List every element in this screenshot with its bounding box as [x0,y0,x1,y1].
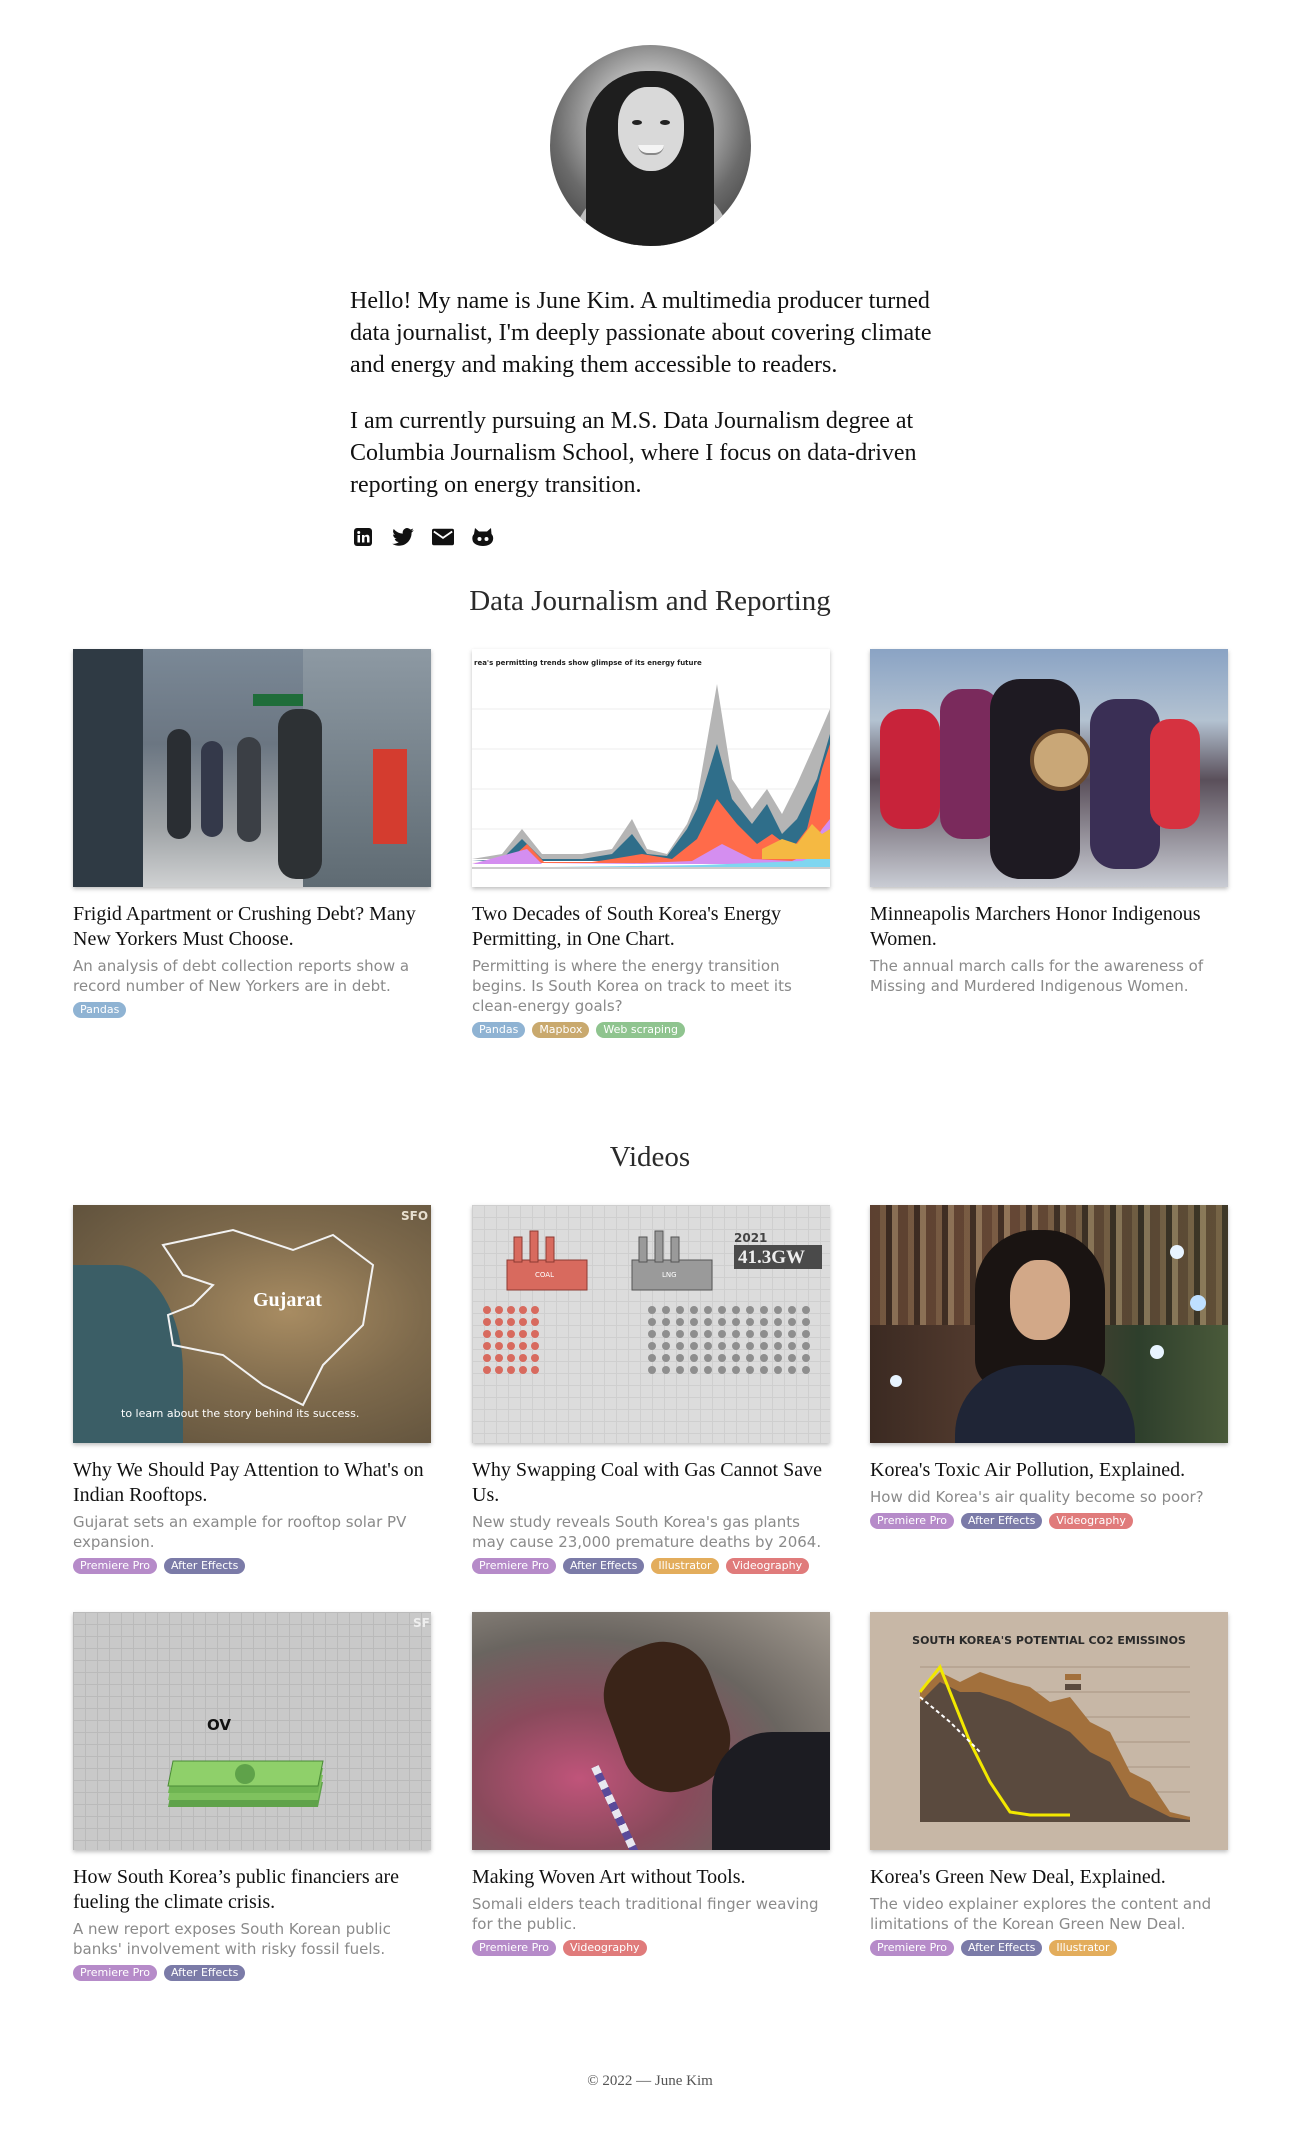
tag-badge: Premiere Pro [73,1558,158,1574]
tag-badge: After Effects [961,1940,1043,1956]
tag-badge: Mapbox [532,1022,590,1038]
video-card[interactable]: COAL LNG 2021 41.3GW Why Swapping Coal w… [472,1205,830,1574]
thumbnail-label: Gujarat [253,1289,322,1311]
tag-badge: After Effects [164,1558,246,1574]
tag-list: Pandas [73,1002,431,1018]
project-card[interactable]: Minneapolis Marchers Honor Indigenous Wo… [870,649,1228,1002]
card-thumbnail[interactable] [870,649,1228,887]
video-card[interactable]: Gujarat to learn about the story behind … [73,1205,431,1574]
tag-badge: Web scraping [596,1022,685,1038]
tag-list: Premiere Pro After Effects [73,1965,431,1981]
card-title[interactable]: Korea's Green New Deal, Explained. [870,1865,1228,1890]
social-links [352,526,494,548]
card-description: A new report exposes South Korean public… [73,1920,391,1958]
profile-photo [550,45,751,246]
card-thumbnail[interactable]: rea's permitting trends show glimpse of … [472,649,830,887]
card-thumbnail[interactable] [870,1205,1228,1443]
video-card[interactable]: OV SF How South Korea’s public financier… [73,1612,431,1981]
tag-list: Premiere Pro After Effects Videography [870,1513,1228,1529]
section-title-videos: Videos [609,1141,691,1173]
tag-badge: After Effects [961,1513,1043,1529]
tag-badge: Premiere Pro [870,1513,955,1529]
twitter-icon[interactable] [392,526,414,548]
tag-badge: Premiere Pro [472,1940,557,1956]
card-description: Permitting is where the energy transitio… [472,957,792,1015]
tag-badge: Illustrator [1049,1940,1117,1956]
linkedin-icon[interactable] [352,526,374,548]
tag-badge: Illustrator [651,1558,719,1574]
card-title[interactable]: Frigid Apartment or Crushing Debt? Many … [73,902,431,952]
footer: © 2022 — June Kim [587,2073,713,2089]
thumbnail-corner-text: SFO [401,1209,429,1223]
card-description: An analysis of debt collection reports s… [73,957,410,995]
tag-badge: Videography [725,1558,810,1574]
card-description: How did Korea's air quality become so po… [870,1488,1204,1506]
github-icon[interactable] [472,526,494,548]
card-description: New study reveals South Korea's gas plan… [472,1513,822,1551]
card-thumbnail[interactable]: Gujarat to learn about the story behind … [73,1205,431,1443]
tag-list: Premiere Pro Videography [472,1940,830,1956]
money-stack-icon [167,1760,324,1807]
video-card[interactable]: Korea's Toxic Air Pollution, Explained. … [870,1205,1228,1529]
card-description: The annual march calls for the awareness… [870,957,1204,995]
email-icon[interactable] [432,526,454,548]
emissions-graphic [918,1664,1190,1822]
project-card[interactable]: rea's permitting trends show glimpse of … [472,649,830,1038]
card-description: Somali elders teach traditional finger w… [472,1895,819,1933]
card-title[interactable]: Korea's Toxic Air Pollution, Explained. [870,1458,1228,1483]
section-title-data: Data Journalism and Reporting [469,585,831,617]
card-title[interactable]: How South Korea’s public financiers are … [73,1865,431,1915]
video-card[interactable]: Making Woven Art without Tools. Somali e… [472,1612,830,1956]
tag-badge: After Effects [164,1965,246,1981]
tag-badge: Videography [1049,1513,1133,1529]
video-card[interactable]: SOUTH KOREA'S POTENTIAL CO2 EMISSINOS Ko… [870,1612,1228,1956]
thumbnail-lng-label: LNG [662,1271,677,1279]
tag-list: Premiere Pro After Effects [73,1558,431,1574]
card-thumbnail[interactable]: OV SF [73,1612,431,1850]
card-title[interactable]: Making Woven Art without Tools. [472,1865,830,1890]
tag-badge: After Effects [563,1558,645,1574]
card-thumbnail[interactable] [73,649,431,887]
thumbnail-caption: to learn about the story behind its succ… [121,1407,360,1420]
card-description: The video explainer explores the content… [870,1895,1212,1933]
project-card[interactable]: Frigid Apartment or Crushing Debt? Many … [73,649,431,1018]
tag-list: Pandas Mapbox Web scraping [472,1022,830,1038]
card-title[interactable]: Why Swapping Coal with Gas Cannot Save U… [472,1458,830,1508]
tag-badge: Pandas [73,1002,127,1018]
bio-paragraph: Hello! My name is June Kim. A multimedia… [350,288,932,378]
card-thumbnail[interactable] [472,1612,830,1850]
tag-badge: Premiere Pro [472,1558,557,1574]
bio: Hello! My name is June Kim. A multimedia… [350,285,970,525]
bio-paragraph: I am currently pursuing an M.S. Data Jou… [350,408,917,498]
card-title[interactable]: Two Decades of South Korea's Energy Perm… [472,902,830,952]
tag-list: Premiere Pro After Effects Illustrator [870,1940,1228,1956]
tag-badge: Premiere Pro [870,1940,955,1956]
thumbnail-year: 2021 [734,1231,768,1245]
card-thumbnail[interactable]: COAL LNG 2021 41.3GW [472,1205,830,1443]
card-thumbnail[interactable]: SOUTH KOREA'S POTENTIAL CO2 EMISSINOS [870,1612,1228,1850]
card-description: Gujarat sets an example for rooftop sola… [73,1513,407,1551]
card-title[interactable]: Minneapolis Marchers Honor Indigenous Wo… [870,902,1228,952]
coal-gas-graphic [483,1230,822,1374]
card-title[interactable]: Why We Should Pay Attention to What's on… [73,1458,431,1508]
tag-list: Premiere Pro After Effects Illustrator Vide… [472,1558,830,1574]
tag-badge: Pandas [472,1022,526,1038]
tag-badge: Premiere Pro [73,1965,158,1981]
tag-badge: Videography [563,1940,647,1956]
stacked-area-graphic [472,684,830,869]
thumbnail-value: 41.3GW [738,1247,806,1268]
thumbnail-coal-label: COAL [535,1271,554,1279]
